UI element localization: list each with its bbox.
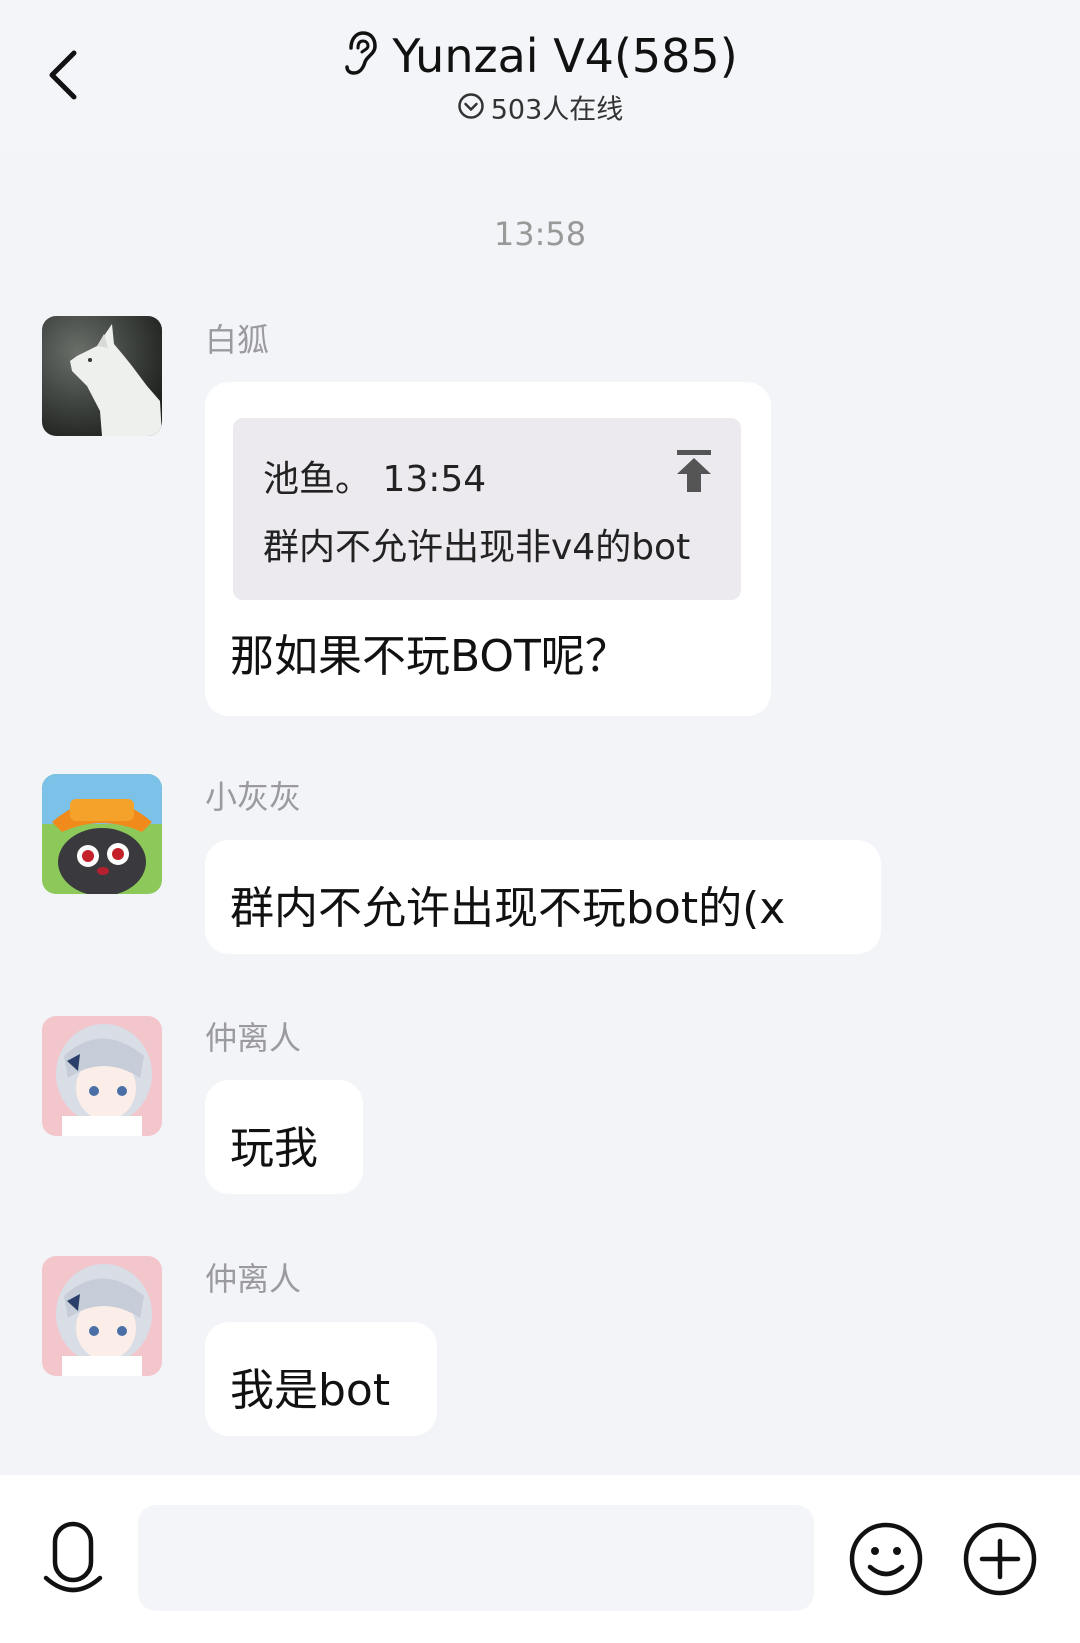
message-bubble[interactable]: 群内不允许出现不玩bot的(x — [205, 840, 881, 954]
plus-circle-icon — [963, 1522, 1037, 1596]
avatar-xiaohuihui[interactable] — [42, 774, 162, 894]
quote-text: 群内不允许出现非v4的bot — [263, 527, 691, 568]
avatar-zhonglieren[interactable] — [42, 1016, 162, 1136]
message-bubble[interactable]: 我是bot — [205, 1322, 437, 1436]
avatar-baihu[interactable] — [42, 316, 162, 436]
sender-name: 仲离人 — [205, 1019, 302, 1057]
message-text: 玩我 — [230, 1123, 318, 1174]
microphone-icon — [43, 1521, 103, 1593]
message-text: 那如果不玩BOT呢？ — [230, 631, 629, 682]
online-count: 503人在线 — [0, 92, 1080, 130]
input-bar — [0, 1475, 1080, 1643]
arrow-up-to-top-icon[interactable] — [675, 450, 713, 503]
chat-title: Yunzai V4(585) — [392, 29, 738, 83]
quoted-message[interactable]: 池鱼。 13:54 群内不允许出现非v4的bot — [233, 418, 741, 600]
ear-icon — [342, 30, 378, 90]
time-separator: 13:58 — [493, 215, 587, 253]
quote-author-time: 池鱼。 13:54 — [263, 459, 487, 500]
voice-button[interactable] — [38, 1520, 108, 1604]
message-text: 群内不允许出现不玩bot的(x — [230, 883, 786, 934]
message-input[interactable] — [138, 1505, 814, 1611]
online-count-text: 503人在线 — [490, 94, 624, 126]
avatar-zhonglieren[interactable] — [42, 1256, 162, 1376]
sender-name: 仲离人 — [205, 1260, 302, 1298]
message-text: 我是bot — [230, 1365, 391, 1416]
smiley-icon — [849, 1522, 923, 1596]
chat-header: Yunzai V4(585) 503人在线 — [0, 0, 1080, 150]
message-bubble[interactable]: 池鱼。 13:54 群内不允许出现非v4的bot 那如果不玩BOT呢？ — [205, 382, 771, 716]
more-button[interactable] — [962, 1521, 1038, 1601]
message-bubble[interactable]: 玩我 — [205, 1080, 363, 1194]
sender-name: 小灰灰 — [205, 778, 302, 816]
check-circle-icon — [457, 92, 485, 130]
sender-name: 白狐 — [205, 321, 270, 359]
emoji-button[interactable] — [848, 1521, 924, 1601]
chat-title-row[interactable]: Yunzai V4(585) — [0, 26, 1080, 90]
